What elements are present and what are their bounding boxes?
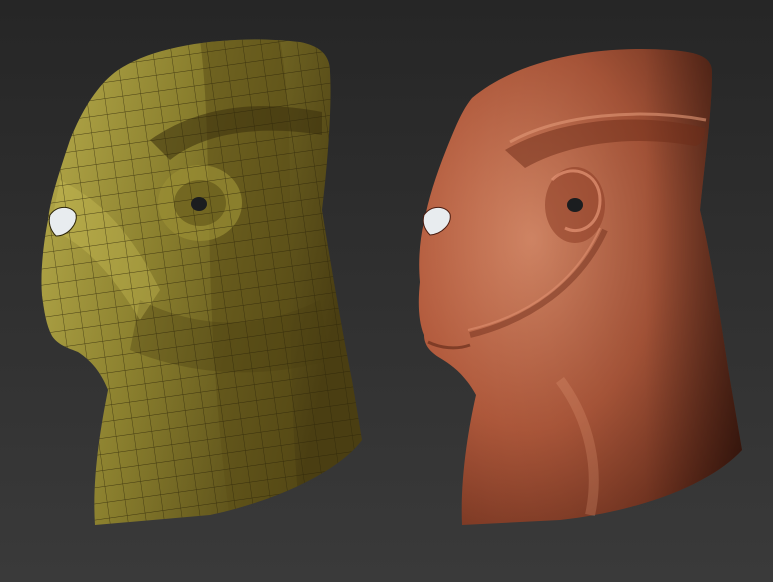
sculpted-head-model[interactable] xyxy=(418,48,742,526)
lowpoly-ear-hole xyxy=(191,197,207,211)
sculpted-ear-hole xyxy=(567,198,583,212)
viewport-canvas xyxy=(0,0,773,582)
3d-viewport[interactable] xyxy=(0,0,773,582)
